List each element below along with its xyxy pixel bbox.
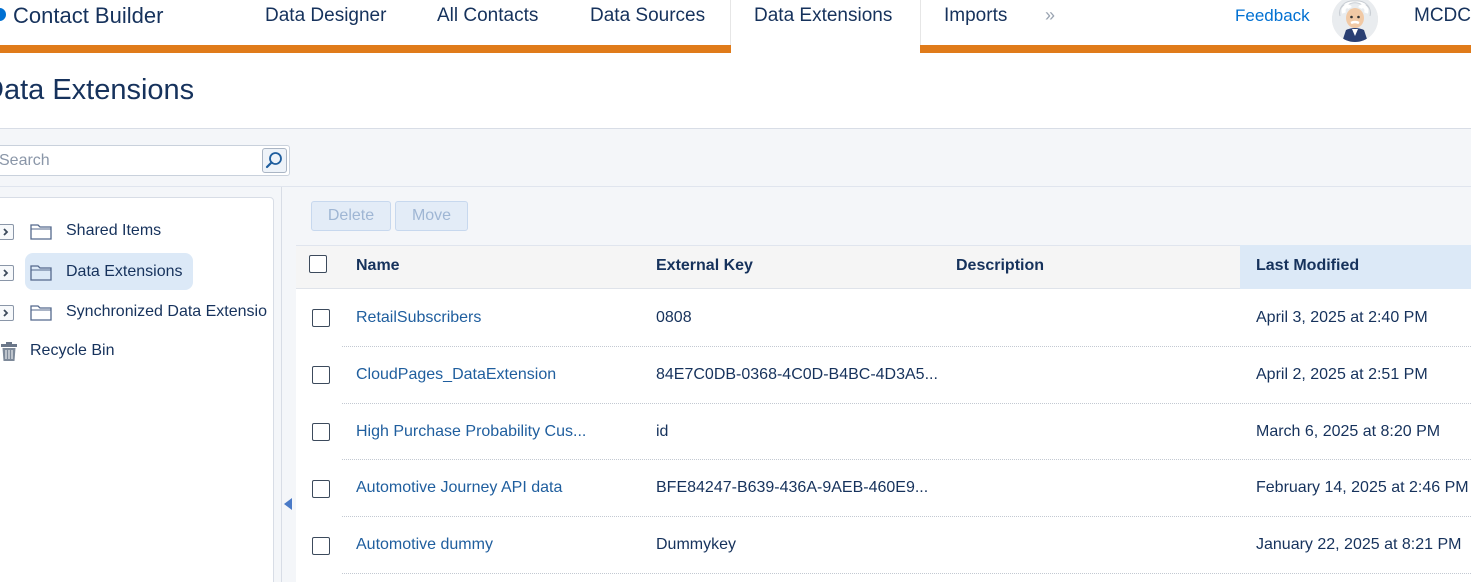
row-last-modified: February 14, 2025 at 2:46 PM — [1256, 479, 1469, 496]
einstein-avatar-icon — [1332, 0, 1378, 42]
app-logo-icon — [0, 8, 6, 21]
chevron-right-icon — [3, 269, 9, 277]
tab-imports[interactable]: Imports — [944, 5, 1007, 31]
more-tabs-icon[interactable]: » — [1045, 5, 1055, 26]
move-button[interactable]: Move — [395, 201, 468, 231]
account-name[interactable]: MCDC — [1414, 5, 1471, 27]
tree-item-label: Synchronized Data Extensio — [66, 303, 267, 320]
row-external-key: Dummykey — [656, 536, 737, 553]
row-last-modified: April 2, 2025 at 2:51 PM — [1256, 366, 1428, 383]
feedback-link[interactable]: Feedback — [1235, 6, 1310, 26]
tree-item-label: Shared Items — [66, 222, 162, 239]
tree-item-data-extensions[interactable]: Data Extensions — [0, 254, 272, 290]
triangle-left-icon[interactable] — [284, 498, 292, 510]
tree-item-recycle-bin[interactable]: Recycle Bin — [0, 333, 272, 369]
delete-button[interactable]: Delete — [311, 201, 391, 231]
tree-item-label: Data Extensions — [66, 263, 183, 280]
column-header-last-modified[interactable]: Last Modified — [1256, 257, 1359, 275]
top-navigation: Contact Builder Data Designer All Contac… — [0, 0, 1471, 53]
row-last-modified: January 22, 2025 at 8:21 PM — [1256, 536, 1462, 553]
search-box — [0, 145, 290, 176]
tab-all-contacts[interactable]: All Contacts — [437, 5, 538, 31]
page-title: Data Extensions — [0, 74, 195, 106]
row-checkbox[interactable] — [312, 366, 330, 384]
folder-icon — [30, 265, 52, 281]
tab-data-extensions[interactable]: Data Extensions — [754, 5, 892, 31]
row-name-link[interactable]: High Purchase Probability Cus... — [356, 423, 586, 441]
folder-icon — [30, 305, 52, 321]
search-strip — [0, 129, 1471, 187]
table-row[interactable]: Automotive dummy Dummykey January 22, 20… — [296, 516, 1471, 573]
trash-icon — [1, 342, 17, 361]
row-external-key: 0808 — [656, 309, 692, 326]
row-checkbox[interactable] — [312, 480, 330, 498]
column-header-name[interactable]: Name — [356, 257, 400, 275]
row-checkbox[interactable] — [312, 537, 330, 555]
chevron-right-icon — [3, 228, 9, 236]
row-name-link[interactable]: Automotive Journey API data — [356, 479, 562, 497]
tab-data-designer[interactable]: Data Designer — [265, 5, 386, 31]
table-row[interactable]: Automotive Journey API data BFE84247-B63… — [296, 459, 1471, 516]
expand-toggle[interactable] — [0, 305, 14, 321]
select-all-checkbox[interactable] — [309, 255, 327, 273]
table-row[interactable]: High Purchase Probability Cus... id Marc… — [296, 403, 1471, 460]
table-row[interactable]: RetailSubscribers 0808 April 3, 2025 at … — [296, 289, 1471, 346]
table-row[interactable]: CloudPages_DataExtension 84E7C0DB-0368-4… — [296, 346, 1471, 403]
row-external-key: 84E7C0DB-0368-4C0D-B4BC-4D3A5... — [656, 366, 938, 383]
active-tab-gap — [731, 45, 920, 53]
tab-data-sources[interactable]: Data Sources — [590, 5, 705, 31]
grid-toolbar: Delete Move — [296, 187, 1471, 245]
row-name-link[interactable]: CloudPages_DataExtension — [356, 366, 556, 384]
search-button[interactable] — [262, 148, 287, 173]
row-external-key: id — [656, 423, 669, 440]
row-external-key: BFE84247-B639-436A-9AEB-460E9... — [656, 479, 929, 496]
row-last-modified: April 3, 2025 at 2:40 PM — [1256, 309, 1428, 326]
folder-icon — [30, 224, 52, 240]
row-divider — [342, 573, 1471, 574]
chevron-right-icon — [3, 309, 9, 317]
row-name-link[interactable]: RetailSubscribers — [356, 309, 481, 327]
search-input[interactable] — [0, 150, 249, 171]
row-name-link[interactable]: Automotive dummy — [356, 536, 493, 554]
expand-toggle[interactable] — [0, 265, 14, 281]
tree-item-label: Recycle Bin — [30, 342, 115, 359]
row-last-modified: March 6, 2025 at 8:20 PM — [1256, 423, 1441, 440]
row-checkbox[interactable] — [312, 423, 330, 441]
tree-item-synchronized-data-extensions[interactable]: Synchronized Data Extensio — [0, 294, 272, 330]
column-header-external-key[interactable]: External Key — [656, 257, 753, 275]
avatar[interactable] — [1332, 0, 1378, 42]
tree-item-shared-items[interactable]: Shared Items — [0, 213, 272, 249]
column-header-description[interactable]: Description — [956, 257, 1044, 275]
panel-splitter[interactable] — [281, 187, 296, 582]
app-title[interactable]: Contact Builder — [13, 3, 163, 29]
expand-toggle[interactable] — [0, 224, 14, 240]
search-icon — [265, 152, 282, 169]
row-checkbox[interactable] — [312, 309, 330, 327]
